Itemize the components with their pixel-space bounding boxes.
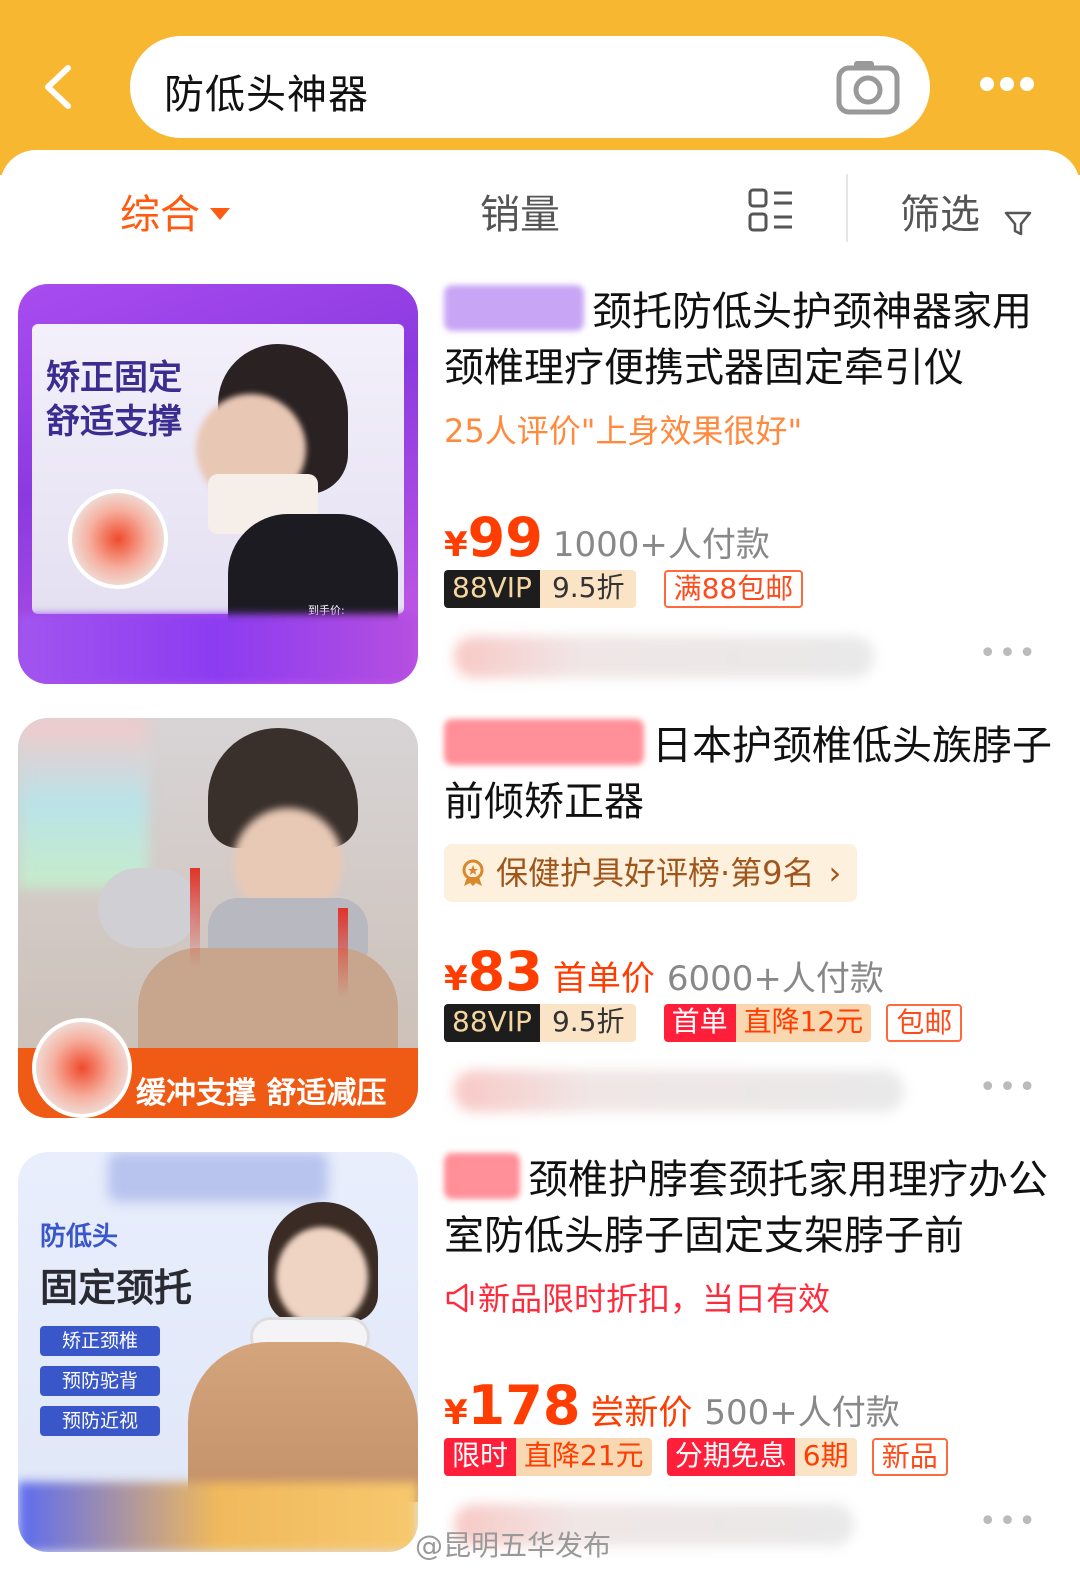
product-card[interactable]: 缓冲支撑 舒适减压 日本护颈椎低头族脖子前倾矫正器 保健护具好评榜·第9名 › ¥… xyxy=(0,718,1080,1138)
vip-badge: 88VIP xyxy=(444,1004,540,1042)
caret-down-icon xyxy=(210,208,230,220)
top-header: 防低头神器 xyxy=(0,0,1080,175)
blurred-badge xyxy=(444,285,584,331)
shipping-badge: 满88包邮 xyxy=(663,570,804,608)
shipping-badge: 包邮 xyxy=(886,1004,963,1042)
price-row: ¥178 尝新价 500+人付款 xyxy=(444,1374,900,1437)
product-image[interactable]: 防低头 固定颈托 矫正颈椎预防驼背预防近视 xyxy=(18,1152,418,1552)
ranking-text: 保健护具好评榜·第9名 xyxy=(496,854,815,892)
thumb-caption: 矫正固定 xyxy=(46,358,182,398)
new-badge: 新品 xyxy=(871,1438,948,1476)
sold-count: 500+人付款 xyxy=(704,1393,900,1433)
product-info: 颈托防低头护颈神器家用颈椎理疗便携式器固定牵引仪 25人评价"上身效果很好" ¥… xyxy=(444,284,1054,608)
price-value: 99 xyxy=(467,506,543,569)
product-info: 日本护颈椎低头族脖子前倾矫正器 保健护具好评榜·第9名 › ¥83 首单价 6000+… xyxy=(444,718,1054,1042)
price-value: 83 xyxy=(467,940,543,1003)
blurred-shop-info xyxy=(454,636,874,678)
vip-discount: 9.5折 xyxy=(539,1004,637,1042)
chevron-right-icon: › xyxy=(828,854,842,892)
thumb-caption-block: 防低头 固定颈托 矫正颈椎预防驼背预防近视 xyxy=(40,1216,192,1446)
installment-badge: 分期免息 xyxy=(666,1438,795,1476)
search-input[interactable]: 防低头神器 xyxy=(130,36,930,138)
product-title[interactable]: 日本护颈椎低头族脖子前倾矫正器 xyxy=(444,718,1054,830)
sort-tab-label: 综合 xyxy=(120,192,200,238)
funnel-icon xyxy=(1003,202,1033,236)
thumb-caption: 舒适支撑 xyxy=(46,402,182,442)
camera-icon[interactable] xyxy=(836,58,900,116)
watermark: @昆明五华发布 xyxy=(415,1529,612,1562)
thumb-caption: 固定颈托 xyxy=(40,1266,193,1310)
product-image[interactable]: 矫正固定 舒适支撑 到手价: xyxy=(18,284,418,684)
badge-row: 88VIP 9.5折 首单 直降12元 包邮 xyxy=(444,1004,972,1044)
price-label: 尝新价 xyxy=(590,1393,693,1433)
thumb-banner-text: 缓冲支撑 舒适减压 xyxy=(136,1076,387,1111)
discount-badge: 直降21元 xyxy=(516,1438,652,1476)
back-icon[interactable] xyxy=(36,62,86,112)
badge-row: 88VIP 9.5折 满88包邮 xyxy=(444,570,813,610)
layout-toggle-icon[interactable] xyxy=(748,188,794,232)
more-dots-icon[interactable]: ••• xyxy=(979,1070,1038,1105)
badge-row: 限时 直降21元 分期免息 6期 新品 xyxy=(444,1438,958,1478)
product-card[interactable]: 矫正固定 舒适支撑 到手价: 颈托防低头护颈神器家用颈椎理疗便携式器固定牵引仪 … xyxy=(0,284,1080,704)
more-dots-icon[interactable]: ••• xyxy=(979,1504,1038,1539)
sort-bar: 综合 销量 筛选 xyxy=(0,150,1080,270)
blurred-badge xyxy=(444,719,644,765)
thumb-tag: 预防驼背 xyxy=(40,1366,160,1396)
product-info: 颈椎护脖套颈托家用理疗办公室防低头脖子固定支架脖子前 新品限时折扣，当日有效 ¥… xyxy=(444,1152,1054,1476)
thumb-caption: 防低头 xyxy=(40,1222,119,1252)
sort-tab-sales[interactable]: 销量 xyxy=(480,182,560,240)
promo-text: 新品限时折扣，当日有效 xyxy=(478,1280,831,1318)
promo-tagline: 新品限时折扣，当日有效 xyxy=(444,1274,1054,1320)
megaphone-icon xyxy=(444,1281,478,1315)
divider xyxy=(846,174,848,242)
more-dots-icon[interactable]: ••• xyxy=(979,636,1038,671)
blurred-shop-info xyxy=(454,1070,904,1112)
sort-tab-comprehensive[interactable]: 综合 xyxy=(120,182,230,240)
review-tagline: 25人评价"上身效果很好" xyxy=(444,412,803,450)
product-card[interactable]: 防低头 固定颈托 矫正颈椎预防驼背预防近视 颈椎护脖套颈托家用理疗办公室防低头脖… xyxy=(0,1152,1080,1572)
medal-icon xyxy=(458,848,488,886)
discount-badge: 直降12元 xyxy=(735,1004,872,1042)
product-image[interactable]: 缓冲支撑 舒适减压 xyxy=(18,718,418,1118)
filter-button[interactable]: 筛选 xyxy=(900,182,1033,240)
vip-discount: 9.5折 xyxy=(539,570,637,608)
product-title[interactable]: 颈托防低头护颈神器家用颈椎理疗便携式器固定牵引仪 xyxy=(444,284,1054,396)
blurred-badge xyxy=(444,1153,520,1199)
sold-count: 6000+人付款 xyxy=(666,959,884,999)
filter-label: 筛选 xyxy=(900,192,980,238)
sold-count: 1000+人付款 xyxy=(552,525,770,565)
currency-symbol: ¥ xyxy=(444,959,468,999)
product-title-text: 颈椎护脖套颈托家用理疗办公室防低头脖子固定支架脖子前 xyxy=(444,1157,1048,1259)
search-query-text: 防低头神器 xyxy=(164,72,369,118)
thumb-tag: 预防近视 xyxy=(40,1406,160,1436)
currency-symbol: ¥ xyxy=(444,525,468,565)
thumb-tag: 矫正颈椎 xyxy=(40,1326,160,1356)
more-icon[interactable] xyxy=(980,76,1040,96)
price-row: ¥99 1000+人付款 xyxy=(444,506,770,569)
first-order-badge: 首单 xyxy=(663,1004,736,1042)
price-label: 首单价 xyxy=(552,959,655,999)
vip-badge: 88VIP xyxy=(444,570,540,608)
price-row: ¥83 首单价 6000+人付款 xyxy=(444,940,884,1003)
price-value: 178 xyxy=(467,1374,581,1437)
currency-symbol: ¥ xyxy=(444,1393,468,1433)
installment-period: 6期 xyxy=(794,1438,857,1476)
limited-time-badge: 限时 xyxy=(444,1438,517,1476)
product-title[interactable]: 颈椎护脖套颈托家用理疗办公室防低头脖子固定支架脖子前 xyxy=(444,1152,1054,1264)
ranking-chip[interactable]: 保健护具好评榜·第9名 › xyxy=(444,844,858,902)
